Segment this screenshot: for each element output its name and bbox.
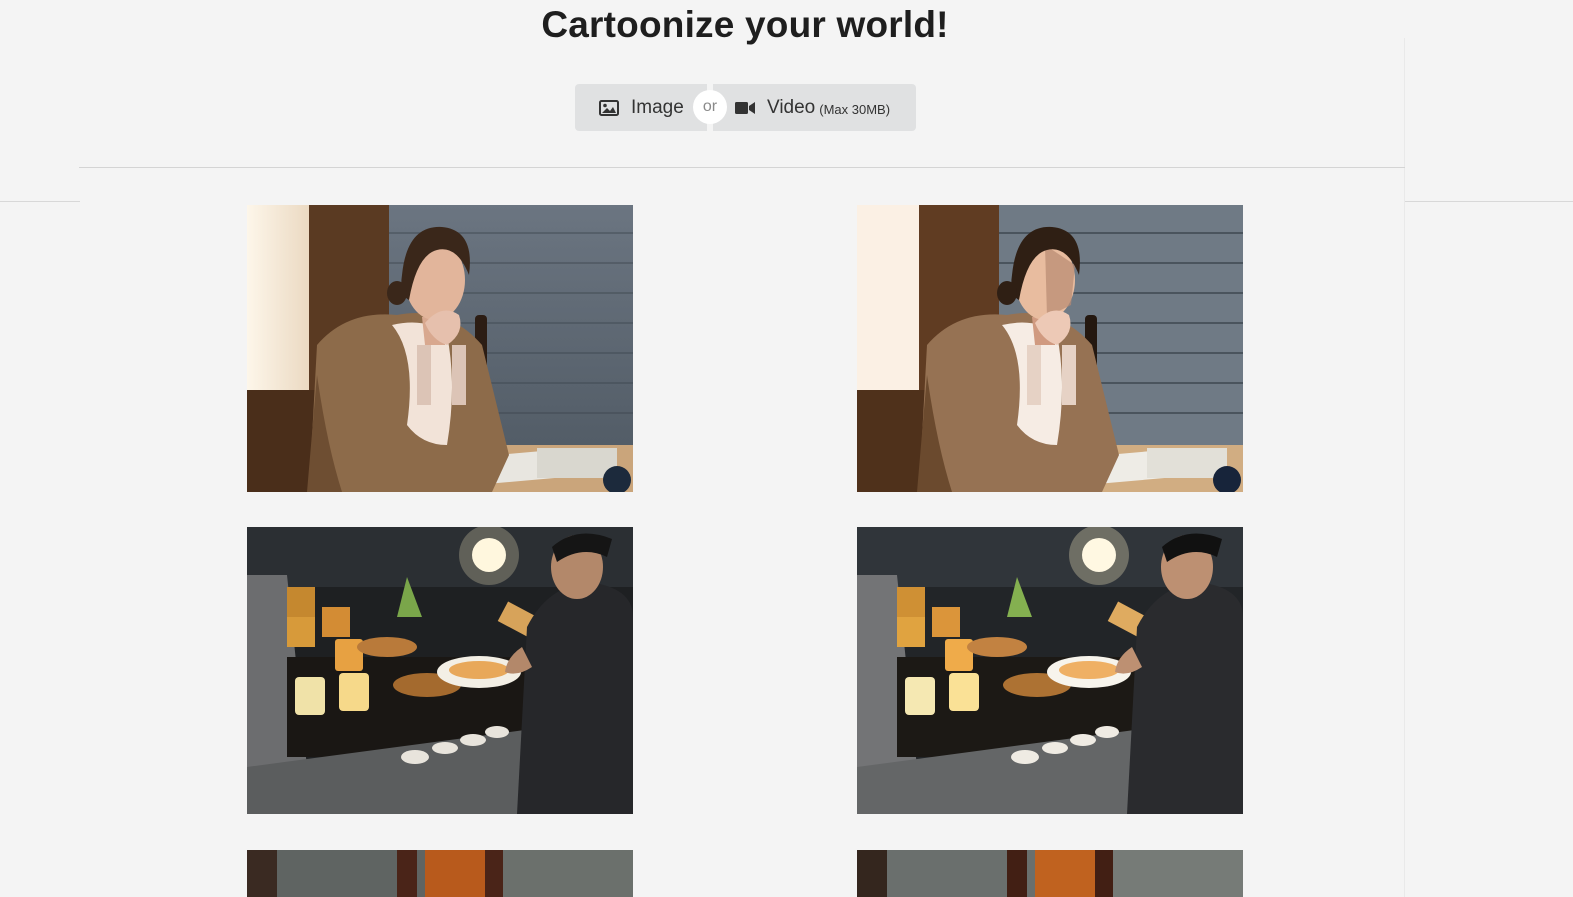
video-camera-icon [735,101,755,114]
divider-left [0,201,80,202]
gallery-original-image-3 [247,850,633,897]
header-divider [79,167,1405,168]
image-button-label: Image [631,96,684,118]
page-title: Cartoonize your world! [541,4,949,45]
gallery-cartoon-image-3 [857,850,1243,897]
gallery-original-image-1 [247,205,633,492]
video-button-label: Video [767,96,816,118]
or-separator: or [693,90,727,124]
video-size-note: (Max 30MB) [819,102,891,117]
gallery-cartoon-image-2 [857,527,1243,814]
divider-right [1405,201,1573,202]
image-icon [599,99,619,116]
upload-button-group: Image Video (Max 30MB) or [575,84,916,131]
gallery-cartoon-image-1 [857,205,1243,492]
page: Cartoonize your world! Image Video (Max … [0,0,1573,897]
video-upload-button[interactable]: Video (Max 30MB) [713,84,916,131]
gallery-original-image-2 [247,527,633,814]
image-upload-button[interactable]: Image [575,84,707,131]
